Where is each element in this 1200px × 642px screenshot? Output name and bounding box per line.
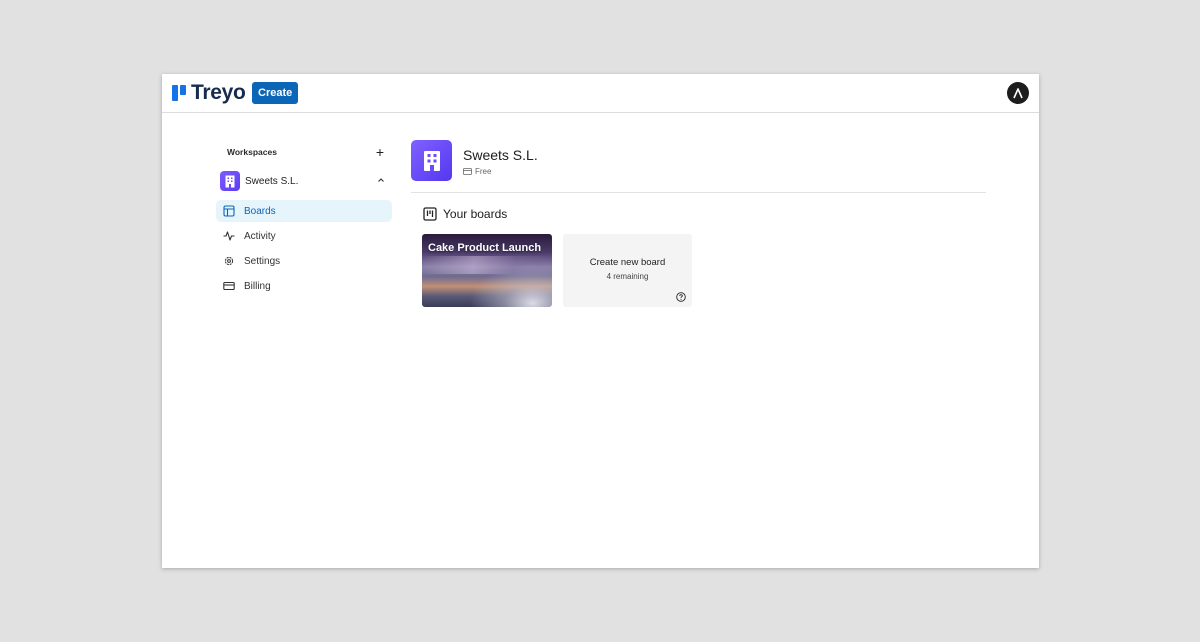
- sidebar-item-boards[interactable]: Boards: [216, 200, 392, 222]
- top-navbar: Treyo Create: [162, 74, 1039, 113]
- workspace-toggle[interactable]: Sweets S.L.: [216, 170, 392, 192]
- building-icon: [220, 171, 240, 191]
- credit-card-icon: [223, 281, 235, 291]
- organization-name: Sweets S.L.: [463, 147, 538, 163]
- board-title: Cake Product Launch: [428, 242, 542, 254]
- sidebar-item-billing[interactable]: Billing: [216, 275, 392, 297]
- gear-icon: [224, 256, 234, 266]
- workspace-name: Sweets S.L.: [245, 176, 299, 187]
- app-logo[interactable]: Treyo: [172, 81, 246, 104]
- workspaces-header: Workspaces +: [216, 144, 392, 162]
- section-title: Your boards: [443, 207, 508, 221]
- sidebar-item-label: Activity: [244, 231, 276, 242]
- board-list-icon: [423, 207, 437, 221]
- app-window: Treyo Create Workspaces + Sweets S.L. Bo…: [162, 74, 1039, 568]
- add-workspace-icon[interactable]: +: [376, 144, 384, 160]
- sidebar-item-activity[interactable]: Activity: [216, 225, 392, 247]
- board-card[interactable]: Cake Product Launch: [422, 234, 552, 307]
- board-icon: [223, 205, 235, 217]
- create-board-label: Create new board: [589, 257, 666, 268]
- logo-icon: [172, 85, 186, 101]
- sidebar: Workspaces + Sweets S.L. Boards Activity…: [216, 144, 392, 297]
- sidebar-item-settings[interactable]: Settings: [216, 250, 392, 272]
- plan-badge: Free: [463, 167, 491, 176]
- help-circle-icon[interactable]: [676, 292, 686, 302]
- boards-remaining-count: 4 remaining: [606, 272, 649, 281]
- organization-building-icon: [411, 140, 452, 181]
- boards-section-header: Your boards: [423, 207, 507, 221]
- sidebar-item-label: Boards: [244, 206, 276, 217]
- workspaces-label: Workspaces: [227, 147, 277, 157]
- header-divider: [411, 192, 986, 193]
- chevron-up-icon[interactable]: [376, 175, 386, 185]
- create-button[interactable]: Create: [252, 82, 299, 104]
- logo-text: Treyo: [191, 81, 246, 104]
- sidebar-item-label: Settings: [244, 256, 281, 267]
- sidebar-item-label: Billing: [244, 281, 271, 292]
- avatar-logo-icon: [1013, 88, 1023, 99]
- user-avatar[interactable]: [1007, 82, 1029, 104]
- credit-card-icon: [463, 168, 472, 175]
- activity-icon: [223, 231, 235, 241]
- create-new-board-card[interactable]: Create new board 4 remaining: [563, 234, 692, 307]
- plan-label: Free: [475, 167, 492, 176]
